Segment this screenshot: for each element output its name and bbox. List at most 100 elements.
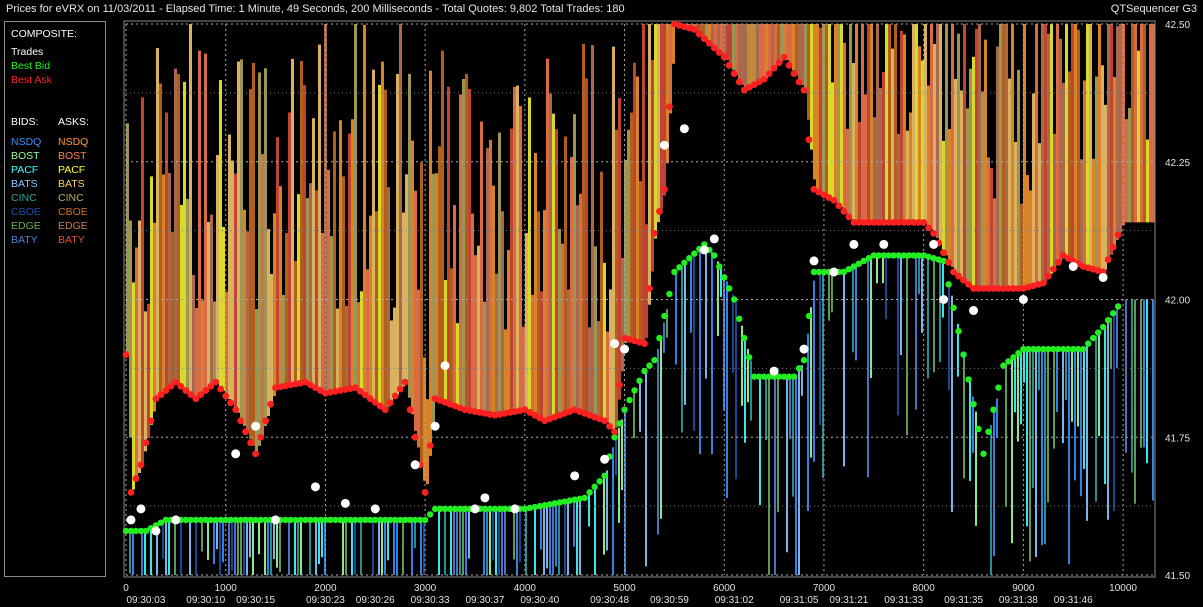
ask-quote-bar	[660, 24, 663, 209]
best-bid-point	[661, 312, 668, 320]
ask-quote-bar	[171, 231, 174, 387]
ask-quote-bar	[567, 289, 570, 413]
best-ask-point	[252, 450, 260, 458]
ask-quote-bar	[1140, 24, 1143, 223]
ask-quote-bar	[129, 220, 132, 438]
ask-quote-bar	[585, 78, 588, 414]
bid-quote-bar	[885, 255, 887, 320]
ask-quote-bar	[144, 311, 147, 452]
best-ask-point	[406, 406, 414, 414]
best-bid-point	[1089, 334, 1097, 342]
ask-quote-bar	[282, 295, 285, 387]
bid-quote-bar	[315, 519, 317, 575]
bid-quote-bar	[1053, 349, 1055, 449]
bid-quote-bar	[1152, 299, 1154, 501]
best-bid-point	[716, 263, 723, 270]
bid-quote-bar	[252, 519, 254, 575]
best-bid-point	[601, 472, 608, 480]
bid-quote-bar	[195, 519, 197, 575]
price-chart: 42.50 42.25 42.00 41.75 41.50 0 1000 2000 3000 40…	[122, 20, 1190, 606]
ask-quote-bar	[777, 24, 780, 65]
best-bid-point	[646, 362, 653, 369]
x-tick-label: 10000	[1109, 583, 1137, 594]
ask-quote-bar	[1071, 24, 1074, 260]
bid-quote-bar	[594, 487, 596, 575]
ask-quote-bar	[387, 187, 390, 408]
bid-quote-bar	[414, 519, 416, 549]
bid-quote-bar	[666, 309, 668, 338]
bid-quote-bar	[324, 519, 326, 575]
ask-quote-bar	[297, 194, 300, 384]
ask-quote-bar	[219, 80, 222, 387]
ask-quote-bar	[1089, 24, 1092, 269]
ask-quote-bar	[465, 73, 468, 410]
best-bid-point	[681, 259, 688, 266]
bid-quote-bar	[549, 504, 551, 575]
bid-quote-bar	[243, 519, 245, 575]
time-label: 09:31:35	[944, 595, 983, 606]
bid-quote-bar	[459, 508, 461, 575]
best-bid-point	[1114, 303, 1122, 310]
ask-quote-bar	[795, 24, 798, 76]
ask-quote-bar	[477, 245, 480, 412]
trade-point	[340, 498, 350, 508]
bid-quote-bar	[453, 508, 455, 575]
ask-quote-bar	[762, 24, 765, 81]
ask-quote-bar	[990, 168, 993, 289]
bid-quote-bar	[1071, 349, 1073, 422]
ask-quote-bar	[768, 24, 771, 75]
bid-quote-bar	[705, 245, 707, 379]
ask-quote-bar	[942, 140, 945, 250]
ask-quote-bar	[351, 119, 354, 389]
best-bid-point	[686, 254, 693, 262]
best-ask-point	[606, 422, 613, 430]
ask-quote-bar	[306, 198, 309, 383]
ask-quote-bar	[441, 50, 444, 401]
bid-quote-bar	[492, 508, 494, 561]
bid-quote-bar	[1056, 349, 1058, 413]
ask-quote-bar	[609, 289, 612, 426]
bid-quote-bar	[963, 352, 965, 479]
best-ask-point	[391, 392, 399, 400]
bid-quote-bar	[1035, 349, 1037, 557]
ask-quote-bar	[132, 282, 135, 490]
ask-quote-bar	[519, 106, 522, 411]
ask-quote-bar	[312, 118, 315, 386]
ask-quote-bar	[672, 24, 675, 64]
ask-quote-bar	[165, 112, 168, 392]
ask-quote-bar	[885, 24, 888, 223]
ask-quote-bar	[366, 269, 369, 396]
ask-quote-bar	[276, 137, 279, 388]
best-ask-point	[730, 70, 738, 77]
ask-quote-bar	[162, 174, 165, 394]
ask-quote-bar	[1026, 175, 1029, 288]
trade-point	[659, 140, 669, 150]
ask-quote-bar	[933, 43, 936, 233]
bid-quote-bar	[900, 255, 902, 355]
ask-quote-bar	[471, 213, 474, 411]
y-tick-label: 41.50	[1165, 571, 1190, 582]
ask-quote-bar	[843, 42, 846, 211]
ask-quote-bar	[141, 97, 144, 465]
ask-quote-bar	[438, 146, 441, 400]
trade-point	[570, 471, 580, 481]
ask-quote-bar	[894, 24, 897, 223]
ask-quote-bar	[246, 231, 249, 433]
best-bid-point	[631, 387, 638, 394]
ask-quote-bar	[648, 24, 651, 305]
trade-point	[610, 339, 620, 349]
ask-quote-bar	[747, 24, 750, 89]
time-label: 09:31:21	[829, 595, 868, 606]
bid-quote-bar	[129, 530, 131, 574]
bid-quote-bar	[948, 281, 950, 391]
bid-quote-bar	[501, 508, 503, 575]
bid-quote-bar	[387, 519, 389, 561]
ask-quote-bar	[582, 43, 585, 413]
trade-point	[510, 504, 520, 514]
best-bid-point	[800, 356, 808, 364]
ask-quote-bar	[1041, 24, 1044, 284]
bid-quote-bar	[513, 508, 515, 560]
best-ask-point	[800, 86, 808, 94]
ask-quote-bar	[1068, 71, 1071, 259]
bid-quote-bar	[546, 504, 548, 569]
